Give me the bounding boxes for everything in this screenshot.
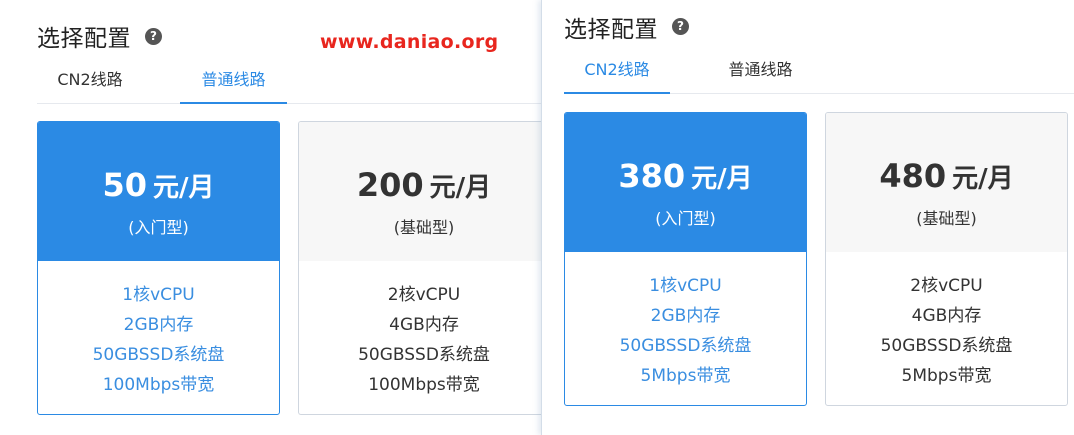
feature-memory: 2GB内存: [123, 315, 194, 335]
feature-cpu: 2核vCPU: [387, 285, 461, 305]
tab-cn2-route[interactable]: CN2线路: [37, 62, 143, 103]
feature-memory: 4GB内存: [911, 306, 982, 326]
watermark-text: www.daniao.org: [320, 31, 499, 53]
plan-card-basic[interactable]: 200 元/月 (基础型) 2核vCPU 4GB内存 50GBSSD系统盘 100…: [298, 121, 549, 415]
price-amount: 50: [102, 166, 148, 204]
price-amount: 380: [618, 157, 686, 195]
feature-cpu: 2核vCPU: [910, 276, 983, 296]
plan-features: 2核vCPU 4GB内存 50GBSSD系统盘 5Mbps带宽: [826, 252, 1067, 391]
plan-card-header: 50 元/月 (入门型): [38, 122, 279, 261]
plan-features: 2核vCPU 4GB内存 50GBSSD系统盘 100Mbps带宽: [299, 261, 549, 400]
section-title: 选择配置: [37, 26, 131, 52]
section-title: 选择配置: [564, 17, 658, 43]
price-unit: 元/月: [153, 173, 215, 203]
feature-cpu: 1核vCPU: [649, 276, 722, 296]
route-tabs: CN2线路 普通线路: [564, 52, 1074, 94]
plan-price: 200 元/月: [299, 122, 549, 206]
tab-normal-route[interactable]: 普通线路: [707, 52, 814, 93]
price-amount: 200: [356, 166, 424, 204]
feature-memory: 4GB内存: [389, 315, 459, 335]
feature-memory: 2GB内存: [650, 306, 721, 326]
feature-disk: 50GBSSD系统盘: [619, 336, 752, 356]
plan-price: 480 元/月: [826, 113, 1067, 197]
route-tabs: CN2线路 普通线路: [37, 62, 541, 104]
config-panel-right: 选择配置 ? CN2线路 普通线路 380 元/月 (入门型) 1核vCPU 2G…: [541, 0, 1074, 435]
help-icon[interactable]: ?: [672, 18, 689, 35]
plan-price: 50 元/月: [38, 122, 279, 206]
feature-cpu: 1核vCPU: [122, 285, 195, 305]
feature-bandwidth: 100Mbps带宽: [368, 375, 480, 395]
tab-normal-route[interactable]: 普通线路: [180, 62, 287, 104]
plan-features: 1核vCPU 2GB内存 50GBSSD系统盘 5Mbps带宽: [565, 252, 806, 391]
price-amount: 480: [879, 157, 947, 195]
feature-bandwidth: 100Mbps带宽: [102, 375, 215, 395]
plan-card-starter[interactable]: 50 元/月 (入门型) 1核vCPU 2GB内存 50GBSSD系统盘 100M…: [37, 121, 280, 415]
tab-cn2-route[interactable]: CN2线路: [564, 52, 670, 94]
config-panel-left: 选择配置 ? CN2线路 普通线路 50 元/月 (入门型) 1核vCPU 2GB…: [0, 0, 549, 435]
plan-card-header: 200 元/月 (基础型): [299, 122, 549, 261]
plan-card-header: 380 元/月 (入门型): [565, 113, 806, 252]
plan-card-basic[interactable]: 480 元/月 (基础型) 2核vCPU 4GB内存 50GBSSD系统盘 5Mb…: [825, 112, 1068, 406]
plan-card-starter[interactable]: 380 元/月 (入门型) 1核vCPU 2GB内存 50GBSSD系统盘 5Mb…: [564, 112, 807, 406]
feature-disk: 50GBSSD系统盘: [92, 345, 225, 365]
feature-bandwidth: 5Mbps带宽: [901, 366, 992, 386]
plan-price: 380 元/月: [565, 113, 806, 197]
plan-features: 1核vCPU 2GB内存 50GBSSD系统盘 100Mbps带宽: [38, 261, 279, 400]
feature-disk: 50GBSSD系统盘: [880, 336, 1013, 356]
price-unit: 元/月: [429, 173, 492, 203]
feature-bandwidth: 5Mbps带宽: [640, 366, 731, 386]
plan-card-header: 480 元/月 (基础型): [826, 113, 1067, 252]
help-icon[interactable]: ?: [145, 28, 162, 45]
price-unit: 元/月: [952, 164, 1014, 194]
plan-type: (入门型): [128, 218, 189, 237]
price-unit: 元/月: [691, 164, 753, 194]
plan-type: (基础型): [393, 218, 455, 237]
feature-disk: 50GBSSD系统盘: [358, 345, 490, 365]
plan-type: (入门型): [655, 209, 716, 228]
plan-type: (基础型): [916, 209, 977, 228]
